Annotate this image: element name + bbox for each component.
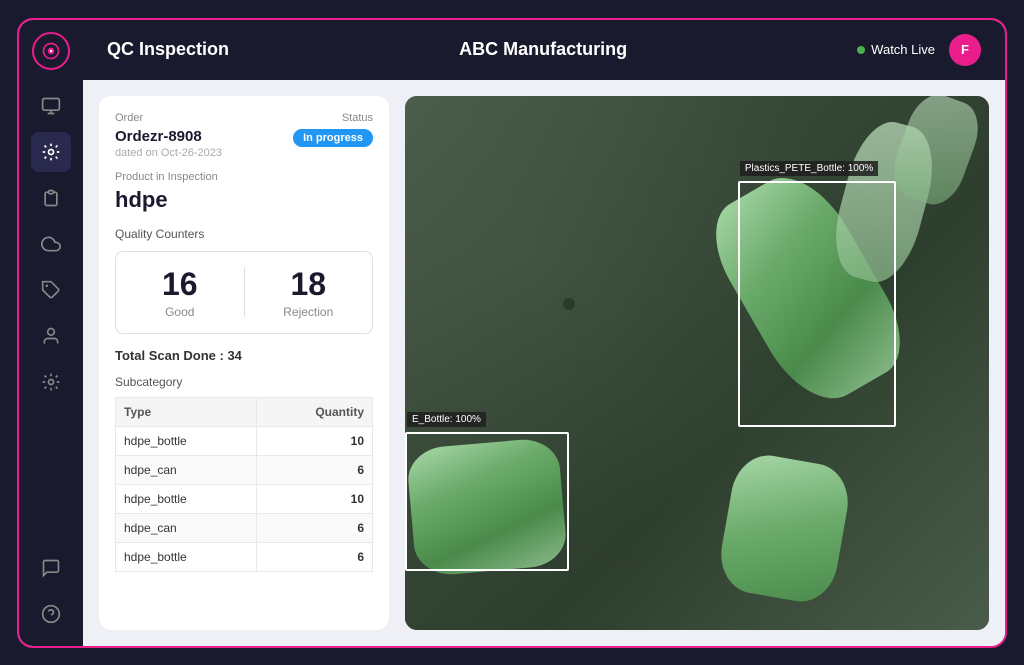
sidebar-item-monitor[interactable] — [31, 86, 71, 126]
row-type: hdpe_can — [116, 513, 257, 542]
status-badge: In progress — [293, 129, 373, 147]
main-content: QC Inspection ABC Manufacturing Watch Li… — [83, 20, 1005, 646]
watch-live-button[interactable]: Watch Live — [857, 42, 935, 57]
order-info: Order Ordezr-8908 dated on Oct-26-2023 — [115, 112, 222, 159]
detection-label-1: Plastics_PETE_Bottle: 100% — [740, 161, 878, 176]
row-type: hdpe_bottle — [116, 484, 257, 513]
sidebar-item-reports[interactable] — [31, 178, 71, 218]
sidebar-item-gear[interactable] — [31, 362, 71, 402]
col-quantity: Quantity — [256, 397, 372, 426]
header-left: QC Inspection — [107, 39, 229, 60]
rejection-label: Rejection — [255, 305, 363, 319]
detection-box-1: Plastics_PETE_Bottle: 100% — [738, 181, 896, 427]
good-label: Good — [126, 305, 234, 319]
sidebar-item-help[interactable] — [31, 594, 71, 634]
left-panel: Order Ordezr-8908 dated on Oct-26-2023 S… — [99, 96, 389, 630]
body-area: Order Ordezr-8908 dated on Oct-26-2023 S… — [83, 80, 1005, 646]
app-container: QC Inspection ABC Manufacturing Watch Li… — [17, 18, 1007, 648]
table-row: hdpe_bottle10 — [116, 426, 373, 455]
row-quantity: 10 — [256, 426, 372, 455]
row-type: hdpe_bottle — [116, 542, 257, 571]
subcategory-table: Type Quantity hdpe_bottle10hdpe_can6hdpe… — [115, 397, 373, 572]
counters-box: 16 Good 18 Rejection — [115, 251, 373, 334]
watch-live-label: Watch Live — [871, 42, 935, 57]
row-quantity: 6 — [256, 455, 372, 484]
status-label: Status — [293, 112, 373, 124]
camera-background: Plastics_PETE_Bottle: 100% E_Bottle: 100… — [405, 96, 989, 630]
app-logo[interactable] — [32, 32, 70, 70]
product-label: Product in Inspection — [115, 171, 373, 183]
detection-box-2: E_Bottle: 100% — [405, 432, 569, 571]
quality-counters-title: Quality Counters — [115, 227, 373, 241]
subcategory-title: Subcategory — [115, 375, 373, 389]
product-name: hdpe — [115, 187, 373, 213]
total-scan-value: 34 — [227, 348, 241, 363]
row-quantity: 6 — [256, 542, 372, 571]
sidebar-item-cloud[interactable] — [31, 224, 71, 264]
header: QC Inspection ABC Manufacturing Watch Li… — [83, 20, 1005, 80]
order-date: dated on Oct-26-2023 — [115, 147, 222, 159]
row-quantity: 6 — [256, 513, 372, 542]
status-section: Status In progress — [293, 112, 373, 147]
order-id: Ordezr-8908 — [115, 128, 222, 145]
rejection-count: 18 — [255, 266, 363, 303]
total-scan-label: Total Scan Done : — [115, 348, 224, 363]
company-title: ABC Manufacturing — [459, 39, 627, 60]
good-count: 16 — [126, 266, 234, 303]
good-counter: 16 Good — [116, 252, 244, 333]
order-section: Order Ordezr-8908 dated on Oct-26-2023 S… — [115, 112, 373, 159]
table-row: hdpe_bottle6 — [116, 542, 373, 571]
row-quantity: 10 — [256, 484, 372, 513]
rejection-counter: 18 Rejection — [245, 252, 373, 333]
page-title: QC Inspection — [107, 39, 229, 60]
sidebar-item-settings[interactable] — [31, 132, 71, 172]
header-right: Watch Live F — [857, 34, 981, 66]
col-type: Type — [116, 397, 257, 426]
table-row: hdpe_can6 — [116, 513, 373, 542]
spot — [563, 298, 575, 310]
sidebar — [19, 20, 83, 646]
table-row: hdpe_can6 — [116, 455, 373, 484]
total-scan: Total Scan Done : 34 — [115, 348, 373, 363]
order-label: Order — [115, 112, 222, 124]
table-row: hdpe_bottle10 — [116, 484, 373, 513]
row-type: hdpe_bottle — [116, 426, 257, 455]
camera-feed: Plastics_PETE_Bottle: 100% E_Bottle: 100… — [405, 96, 989, 630]
sidebar-item-tag[interactable] — [31, 270, 71, 310]
row-type: hdpe_can — [116, 455, 257, 484]
sidebar-item-chat[interactable] — [31, 548, 71, 588]
sidebar-item-user[interactable] — [31, 316, 71, 356]
user-avatar[interactable]: F — [949, 34, 981, 66]
detection-label-2: E_Bottle: 100% — [407, 412, 486, 427]
live-indicator — [857, 46, 865, 54]
